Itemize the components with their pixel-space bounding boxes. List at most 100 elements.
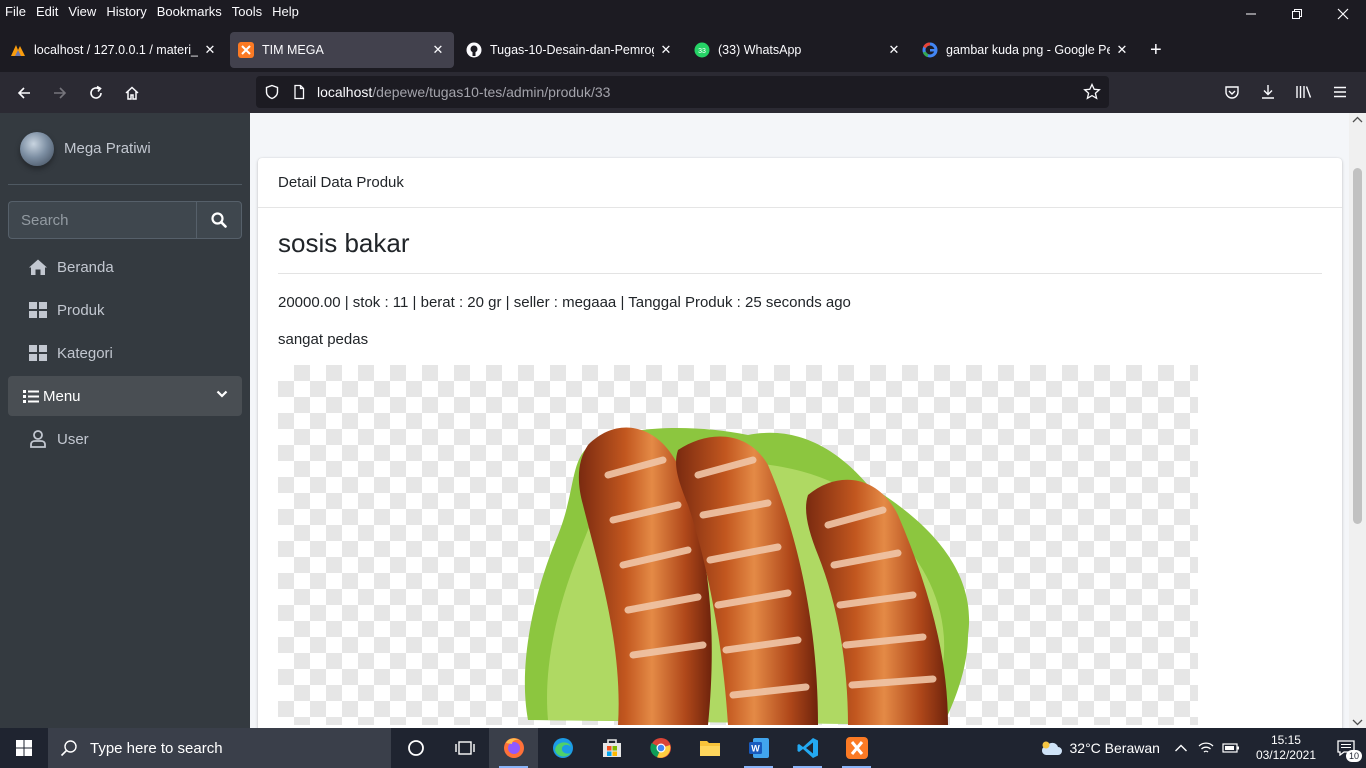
web-page: Mega Pratiwi Beranda Produk Kategori (0, 113, 1366, 728)
back-button[interactable] (6, 77, 42, 109)
tab-google[interactable]: gambar kuda png - Google Pen ✕ (914, 32, 1138, 68)
tab-title: TIM MEGA (262, 43, 324, 57)
grid-icon (28, 345, 48, 361)
new-tab-button[interactable]: + (1150, 39, 1162, 62)
page-icon[interactable] (291, 84, 307, 100)
close-tab-icon[interactable]: ✕ (1114, 42, 1130, 58)
menu-bookmarks[interactable]: Bookmarks (152, 4, 227, 19)
minimize-icon (1246, 13, 1256, 15)
user-panel[interactable]: Mega Pratiwi (8, 113, 242, 185)
chevron-up-icon[interactable] (1174, 743, 1188, 753)
search-input[interactable] (8, 201, 196, 239)
scroll-down-icon[interactable] (1349, 716, 1366, 728)
taskbar-edge[interactable] (538, 728, 587, 768)
tab-github[interactable]: Tugas-10-Desain-dan-Pemrogr ✕ (458, 32, 682, 68)
sidebar-item-menu[interactable]: Menu (8, 376, 242, 416)
folder-icon (699, 741, 720, 756)
avatar[interactable] (20, 131, 54, 166)
close-tab-icon[interactable]: ✕ (886, 42, 902, 58)
taskbar-store[interactable] (587, 728, 636, 768)
close-tab-icon[interactable]: ✕ (202, 42, 218, 58)
minimize-button[interactable] (1228, 0, 1274, 28)
menu-edit[interactable]: Edit (31, 4, 63, 19)
product-detail-card: Detail Data Produk sosis bakar 20000.00 … (258, 158, 1342, 728)
search-button[interactable] (196, 201, 242, 239)
shield-icon[interactable] (264, 84, 280, 100)
menu-help[interactable]: Help (267, 4, 304, 19)
star-icon[interactable] (1083, 83, 1101, 101)
battery-icon[interactable] (1222, 742, 1240, 754)
sidebar-item-label: User (57, 430, 89, 448)
close-window-button[interactable] (1320, 0, 1366, 28)
taskbar-xampp[interactable] (832, 728, 881, 768)
url-bar[interactable]: localhost/depewe/tugas10-tes/admin/produ… (256, 76, 1109, 108)
google-icon (922, 42, 938, 58)
library-button[interactable] (1286, 76, 1322, 108)
restore-icon (1292, 9, 1302, 19)
start-button[interactable] (0, 728, 48, 768)
menu-view[interactable]: View (63, 4, 101, 19)
sidebar-search (8, 201, 242, 239)
restore-button[interactable] (1274, 0, 1320, 28)
user-icon (28, 430, 48, 448)
clock[interactable]: 15:15 03/12/2021 (1256, 733, 1316, 763)
sidebar-item-user[interactable]: User (8, 419, 242, 459)
taskbar-chrome[interactable] (636, 728, 685, 768)
xampp-icon (238, 42, 254, 58)
svg-text:W: W (751, 744, 760, 754)
sidebar-item-produk[interactable]: Produk (8, 290, 242, 330)
page-scrollbar[interactable] (1349, 113, 1366, 728)
search-icon (211, 212, 227, 228)
url-text[interactable]: localhost/depewe/tugas10-tes/admin/produ… (317, 84, 610, 100)
reload-button[interactable] (78, 77, 114, 109)
taskbar-word[interactable]: W (734, 728, 783, 768)
close-icon (1337, 8, 1349, 20)
windows-taskbar: Type here to search W 32°C Berawan 15:15… (0, 728, 1366, 768)
vscode-icon (797, 738, 818, 758)
wifi-icon[interactable] (1198, 741, 1214, 755)
pocket-icon (1225, 86, 1239, 99)
task-view-button[interactable] (440, 728, 489, 768)
scroll-up-icon[interactable] (1349, 114, 1366, 126)
search-icon (60, 740, 77, 757)
menu-tools[interactable]: Tools (227, 4, 267, 19)
svg-text:33: 33 (698, 48, 706, 55)
hamburger-icon (1334, 86, 1346, 98)
forward-button[interactable] (42, 77, 78, 109)
cloudy-weather-icon[interactable] (1040, 740, 1062, 756)
tab-title: (33) WhatsApp (718, 43, 802, 57)
pocket-button[interactable] (1214, 76, 1250, 108)
taskbar-file-explorer[interactable] (685, 728, 734, 768)
downloads-button[interactable] (1250, 76, 1286, 108)
xampp-icon (845, 737, 868, 759)
menu-history[interactable]: History (101, 4, 151, 19)
product-description: sangat pedas (278, 331, 369, 348)
tab-whatsapp[interactable]: 33 (33) WhatsApp ✕ (686, 32, 910, 68)
close-tab-icon[interactable]: ✕ (430, 42, 446, 58)
sidebar-item-kategori[interactable]: Kategori (8, 333, 242, 373)
menu-file[interactable]: File (0, 4, 31, 19)
library-icon (1296, 86, 1312, 98)
taskbar-firefox[interactable] (489, 728, 538, 768)
cortana-button[interactable] (391, 728, 440, 768)
close-tab-icon[interactable]: ✕ (658, 42, 674, 58)
product-image (278, 365, 1198, 725)
list-icon (23, 389, 39, 403)
arrow-left-icon (17, 86, 30, 99)
scrollbar-thumb[interactable] (1353, 168, 1362, 524)
tab-phpmyadmin[interactable]: localhost / 127.0.0.1 / materi_de ✕ (2, 32, 226, 68)
home-icon (28, 258, 48, 276)
weather-text[interactable]: 32°C Berawan (1070, 740, 1160, 756)
sidebar-item-beranda[interactable]: Beranda (8, 247, 242, 287)
tab-tim-mega[interactable]: TIM MEGA ✕ (230, 32, 454, 68)
user-name[interactable]: Mega Pratiwi (64, 140, 151, 157)
notification-center-button[interactable]: 10 (1326, 728, 1366, 768)
clock-date: 03/12/2021 (1255, 748, 1316, 762)
app-menu-button[interactable] (1322, 76, 1358, 108)
edge-icon (552, 738, 573, 758)
taskbar-vscode[interactable] (783, 728, 832, 768)
github-icon (466, 42, 482, 58)
home-button[interactable] (114, 77, 150, 109)
taskbar-search[interactable]: Type here to search (48, 728, 391, 768)
sidebar-item-label: Menu (43, 387, 81, 405)
